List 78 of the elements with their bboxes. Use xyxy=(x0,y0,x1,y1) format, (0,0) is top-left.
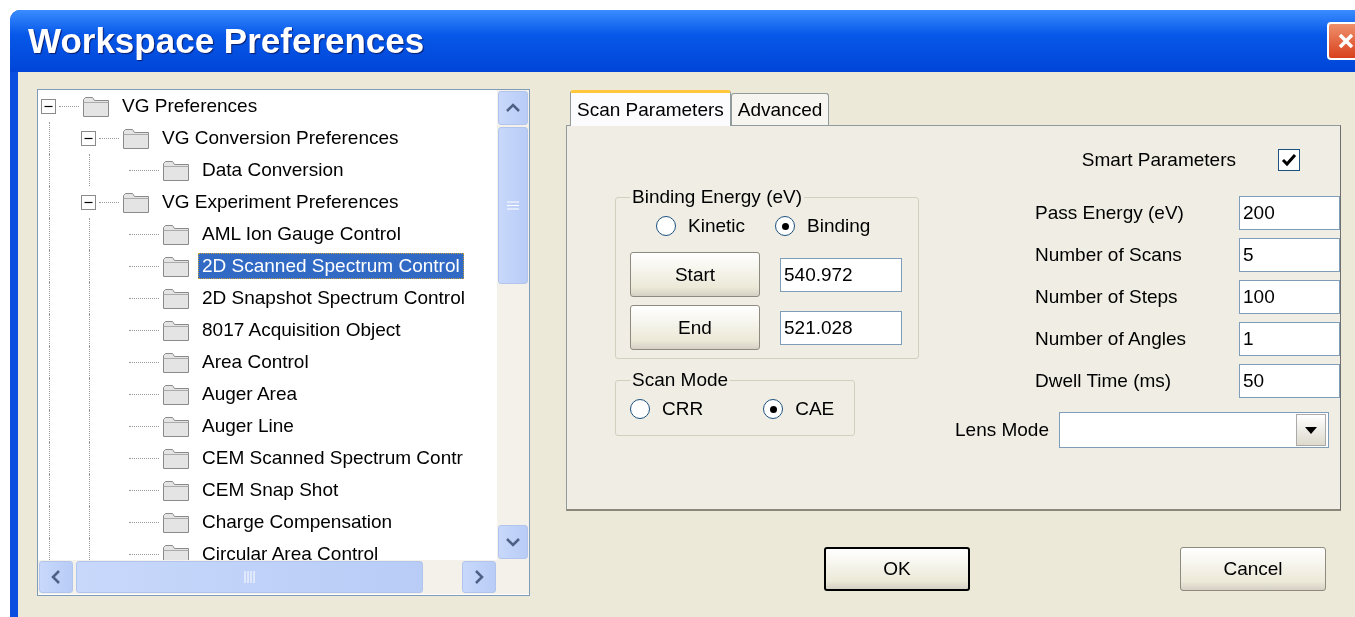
chevron-up-icon xyxy=(505,103,521,113)
parameter-field[interactable]: 100 xyxy=(1239,280,1340,314)
folder-icon xyxy=(162,478,190,502)
folder-icon xyxy=(162,254,190,278)
caret-icon xyxy=(1305,426,1317,434)
energy-button[interactable]: Start xyxy=(630,252,760,297)
tree-item[interactable]: Auger Line xyxy=(198,413,298,439)
energy-button[interactable]: End xyxy=(630,305,760,350)
tree-item[interactable]: CEM Snap Shot xyxy=(198,477,343,503)
scroll-left-button[interactable] xyxy=(39,561,73,593)
parameter-label: Number of Angles xyxy=(1035,328,1188,350)
horizontal-scrollbar[interactable] xyxy=(38,560,497,594)
lens-mode-dropdown[interactable] xyxy=(1059,412,1329,448)
chevron-right-icon xyxy=(474,569,484,585)
parameter-label: Pass Energy (eV) xyxy=(1035,202,1185,224)
tree-item[interactable]: VG Experiment Preferences xyxy=(158,189,403,215)
tree-item[interactable]: Auger Area xyxy=(198,381,302,407)
chevron-down-icon xyxy=(505,537,521,547)
folder-icon xyxy=(162,542,190,560)
tab[interactable]: Scan Parameters xyxy=(570,90,731,126)
radio-option[interactable]: CAE xyxy=(763,398,835,420)
folder-icon xyxy=(162,318,190,342)
folder-icon xyxy=(162,286,190,310)
scrollbar-corner xyxy=(497,560,529,594)
tree-item[interactable]: VG Preferences xyxy=(118,93,262,119)
energy-field[interactable]: 540.972 xyxy=(780,257,902,292)
radio-option[interactable]: Binding xyxy=(775,215,871,237)
tree-item[interactable]: Charge Compensation xyxy=(198,509,397,535)
tab[interactable]: Advanced xyxy=(730,93,830,125)
tree-item[interactable]: Circular Area Control xyxy=(198,541,383,560)
ok-button[interactable]: OK xyxy=(824,547,970,591)
tree-item[interactable]: AML Ion Gauge Control xyxy=(198,221,405,247)
parameter-field[interactable]: 1 xyxy=(1239,322,1340,356)
tree-item[interactable]: Area Control xyxy=(198,349,313,375)
energy-field[interactable]: 521.028 xyxy=(780,310,902,345)
folder-icon xyxy=(162,158,190,182)
scroll-up-button[interactable] xyxy=(498,91,528,125)
radio-option[interactable]: Kinetic xyxy=(656,215,746,237)
smart-parameters-label: Smart Parameters xyxy=(1081,149,1236,171)
folder-icon xyxy=(162,446,190,470)
scroll-right-button[interactable] xyxy=(462,561,496,593)
chevron-left-icon xyxy=(51,569,61,585)
radio-option[interactable]: CRR xyxy=(630,398,704,420)
group-title: Scan Mode xyxy=(631,369,730,391)
tree-item[interactable]: VG Conversion Preferences xyxy=(158,125,403,151)
collapse-icon[interactable] xyxy=(81,130,96,146)
lens-mode-label: Lens Mode xyxy=(955,419,1049,441)
parameter-field[interactable]: 50 xyxy=(1239,364,1340,398)
collapse-icon[interactable] xyxy=(41,98,56,114)
scroll-down-button[interactable] xyxy=(498,525,528,559)
folder-icon xyxy=(162,382,190,406)
cancel-button[interactable]: Cancel xyxy=(1180,547,1326,591)
tree-item[interactable]: CEM Scanned Spectrum Contr xyxy=(198,445,467,471)
tree-item[interactable]: Data Conversion xyxy=(198,157,348,183)
folder-icon xyxy=(162,222,190,246)
parameter-label: Number of Steps xyxy=(1035,286,1179,308)
folder-icon xyxy=(162,510,190,534)
folder-icon xyxy=(162,414,190,438)
tree-item[interactable]: 2D Snapshot Spectrum Control xyxy=(198,285,469,311)
close-button[interactable] xyxy=(1327,22,1355,60)
vertical-scrollbar[interactable] xyxy=(497,90,529,560)
folder-icon xyxy=(162,350,190,374)
tree-item[interactable]: 2D Scanned Spectrum Control xyxy=(198,253,464,279)
collapse-icon[interactable] xyxy=(81,194,96,210)
scroll-thumb[interactable] xyxy=(76,561,423,593)
window-title: Workspace Preferences xyxy=(28,21,425,61)
tree-item[interactable]: 8017 Acquisition Object xyxy=(198,317,405,343)
parameter-field[interactable]: 5 xyxy=(1239,238,1340,272)
folder-icon xyxy=(82,94,110,118)
group-title: Binding Energy (eV) xyxy=(631,186,804,208)
folder-icon xyxy=(122,126,150,150)
parameter-label: Dwell Time (ms) xyxy=(1035,370,1173,392)
scroll-thumb[interactable] xyxy=(498,127,528,284)
smart-parameters-checkbox[interactable] xyxy=(1278,149,1300,171)
parameter-label: Number of Scans xyxy=(1035,244,1183,266)
close-icon xyxy=(1336,31,1355,51)
parameter-field[interactable]: 200 xyxy=(1239,196,1340,230)
folder-icon xyxy=(122,190,150,214)
